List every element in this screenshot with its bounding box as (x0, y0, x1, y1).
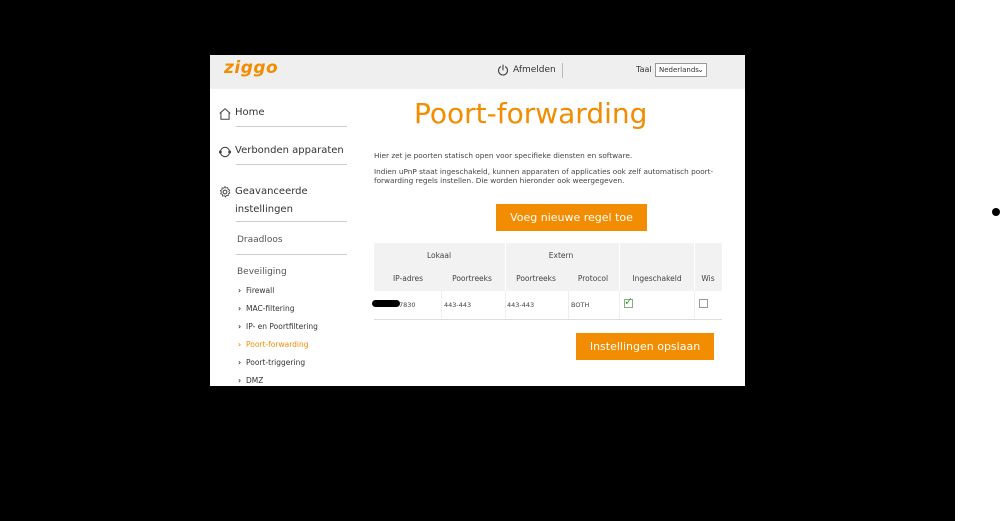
sidebar-item-wireless[interactable]: Draadloos (237, 235, 283, 245)
firewall-label: Firewall (246, 286, 275, 295)
table-header: Lokaal Extern IP-adres Poortreeks Poortr… (374, 243, 722, 291)
column-separator (694, 243, 695, 291)
sidebar-divider (236, 254, 347, 255)
description-upnp: Indien uPnP staat ingeschakeld, kunnen a… (374, 167, 714, 185)
sidebar-item-mac-filtering[interactable]: › MAC-filtering (238, 304, 294, 313)
column-header-local-range: Poortreeks (452, 274, 492, 283)
sidebar-item-ip-port-filtering[interactable]: › IP- en Poortfiltering (238, 322, 318, 331)
redacted-ip (372, 300, 400, 307)
column-separator (619, 243, 620, 291)
delete-checkbox[interactable] (699, 299, 708, 308)
sidebar-item-dmz[interactable]: › DMZ (238, 376, 263, 385)
table-row: 7830 443-443 443-443 BOTH (372, 291, 722, 320)
column-header-protocol: Protocol (577, 274, 609, 283)
column-header-delete: Wis (701, 274, 715, 283)
sidebar-divider (236, 164, 347, 165)
cell-ip-suffix: 7830 (399, 301, 416, 309)
chevron-right-icon: › (238, 322, 242, 331)
chevron-right-icon: › (238, 286, 242, 295)
sidebar-divider (236, 126, 347, 127)
add-rule-button[interactable]: Voeg nieuwe regel toe (496, 204, 647, 231)
sidebar-section-security: Beveiliging (237, 267, 287, 277)
language-value: Nederlands (659, 66, 699, 74)
cell-separator (568, 291, 569, 319)
sidebar-item-firewall[interactable]: › Firewall (238, 286, 274, 295)
description-static: Hier zet je poorten statisch open voor s… (374, 151, 633, 160)
cell-separator (694, 291, 695, 319)
chevron-right-icon: › (238, 376, 242, 385)
dmz-label: DMZ (246, 376, 264, 385)
chevron-right-icon: › (238, 358, 242, 367)
topbar-divider (562, 63, 563, 78)
advanced-label-line1: Geavanceerde (235, 186, 308, 197)
cell-protocol: BOTH (571, 301, 590, 309)
connected-devices-label: Verbonden apparaten (235, 145, 344, 156)
right-margin (955, 0, 1000, 521)
save-settings-button[interactable]: Instellingen opslaan (576, 333, 714, 360)
column-header-enabled: Ingeschakeld (632, 274, 682, 283)
gear-icon (219, 186, 231, 198)
sidebar-divider (236, 221, 347, 222)
language-label: Taal (636, 65, 652, 74)
chevron-right-icon: › (238, 304, 242, 313)
column-header-ip: IP-adres (392, 274, 424, 283)
logout-label: Afmelden (513, 65, 556, 75)
column-header-external-range: Poortreeks (516, 274, 556, 283)
group-header-local: Lokaal (426, 251, 452, 260)
sidebar-item-connected-devices[interactable]: Verbonden apparaten (218, 145, 344, 159)
cell-separator (441, 291, 442, 319)
cell-separator (619, 291, 620, 319)
top-bar: ziggo Afmelden Taal Nederlands ⌄ (210, 55, 745, 89)
group-header-external: Extern (548, 251, 574, 260)
enabled-checkbox[interactable] (624, 295, 633, 308)
router-window: ziggo Afmelden Taal Nederlands ⌄ Home Ve… (210, 55, 745, 386)
port-triggering-label: Poort-triggering (246, 358, 306, 367)
chevron-right-icon: › (238, 340, 242, 349)
cell-local-range: 443-443 (444, 301, 472, 309)
logout-button[interactable]: Afmelden (497, 64, 556, 76)
language-select[interactable]: Nederlands ⌄ (655, 63, 707, 77)
cell-separator (505, 291, 506, 319)
sidebar-item-port-forwarding[interactable]: › Poort-forwarding (238, 340, 309, 349)
column-separator (505, 243, 506, 291)
home-label: Home (235, 107, 265, 118)
sidebar-item-home[interactable]: Home (218, 107, 265, 121)
cell-external-range: 443-443 (507, 301, 535, 309)
power-icon (498, 64, 508, 76)
sidebar-item-port-triggering[interactable]: › Poort-triggering (238, 358, 305, 367)
home-icon (219, 108, 231, 120)
mac-filtering-label: MAC-filtering (246, 304, 295, 313)
advanced-label-line2: instellingen (235, 204, 293, 215)
page-title: Poort-forwarding (414, 97, 648, 130)
cursor-dot (992, 208, 1000, 216)
sidebar-item-advanced[interactable]: Geavanceerde instellingen (218, 183, 308, 219)
port-forwarding-label: Poort-forwarding (246, 340, 309, 349)
chevron-down-icon: ⌄ (697, 65, 704, 74)
ziggo-logo[interactable]: ziggo (224, 58, 278, 78)
devices-icon (218, 146, 232, 158)
ip-port-filtering-label: IP- en Poortfiltering (246, 322, 318, 331)
